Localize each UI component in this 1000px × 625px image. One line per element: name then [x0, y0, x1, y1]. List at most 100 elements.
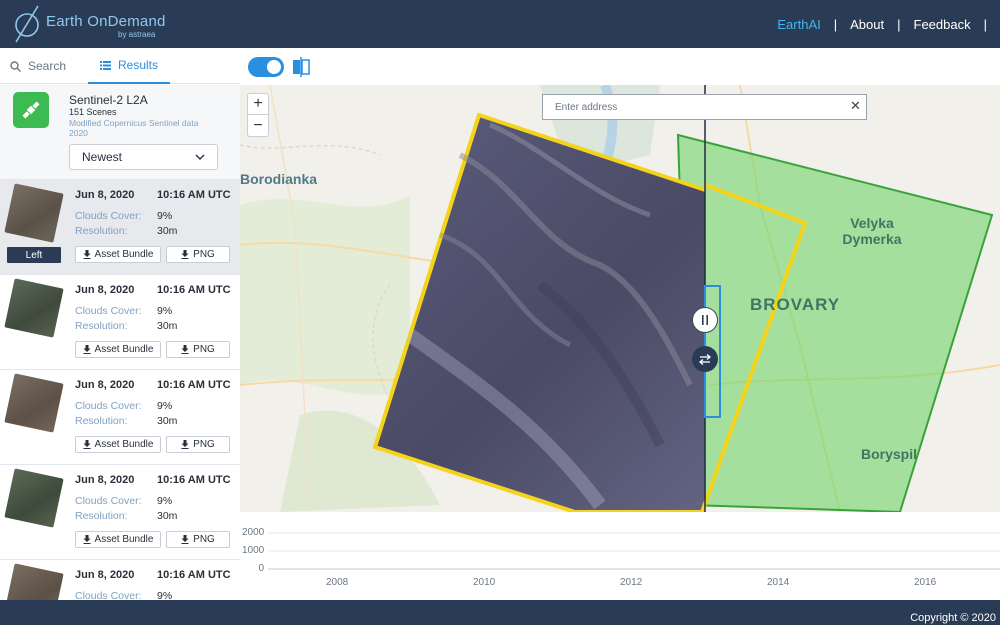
download-icon: [181, 440, 189, 449]
resolution-value: 30m: [157, 320, 178, 332]
list-icon: [99, 60, 111, 70]
close-icon[interactable]: ✕: [850, 98, 861, 114]
clouds-label: Clouds Cover:: [75, 590, 142, 600]
brand-name[interactable]: Earth OnDemand: [46, 13, 166, 30]
png-button[interactable]: PNG: [166, 246, 230, 263]
zoom-in-button[interactable]: +: [248, 94, 268, 115]
x-tick-label: 2012: [620, 577, 643, 588]
result-time: 10:16 AM UTC: [157, 284, 231, 296]
clouds-label: Clouds Cover:: [75, 400, 142, 412]
top-nav: EarthAI | About | Feedback |: [777, 15, 1000, 33]
clouds-value: 9%: [157, 400, 173, 412]
brand-subtitle: by astraea: [118, 30, 156, 39]
resolution-value: 30m: [157, 225, 178, 237]
resolution-label: Resolution:: [75, 320, 128, 332]
zoom-controls: + −: [247, 93, 269, 137]
download-icon: [83, 345, 91, 354]
asset-bundle-button[interactable]: Asset Bundle: [75, 246, 161, 263]
result-time: 10:16 AM UTC: [157, 474, 231, 486]
map-view[interactable]: + − ✕ Borodianka Velyka Dymerka BROVARY …: [240, 85, 1000, 512]
swap-layers-button[interactable]: [692, 346, 718, 372]
x-tick-label: 2016: [914, 577, 937, 588]
satellite-icon: [13, 92, 49, 128]
place-label-velyka-dymerka: Velyka Dymerka: [842, 215, 902, 247]
nav-feedback[interactable]: Feedback: [914, 17, 971, 32]
result-date: Jun 8, 2020: [75, 189, 135, 201]
png-label: PNG: [193, 534, 215, 545]
nav-separator: |: [833, 16, 838, 32]
logo-icon[interactable]: [10, 3, 44, 45]
search-icon: [10, 60, 21, 72]
sidebar: Search Results Sentinel-2 L2A 151 Scenes…: [0, 48, 240, 600]
scene-thumbnail: [4, 468, 64, 528]
result-date: Jun 8, 2020: [75, 569, 135, 581]
result-time: 10:16 AM UTC: [157, 379, 231, 391]
resolution-value: 30m: [157, 510, 178, 522]
tab-results[interactable]: Results: [88, 48, 170, 84]
place-label-borodianka: Borodianka: [240, 171, 318, 187]
x-tick-label: 2010: [473, 577, 496, 588]
map-toolbar: [240, 48, 1000, 85]
result-time: 10:16 AM UTC: [157, 569, 231, 581]
clouds-value: 9%: [157, 305, 173, 317]
png-label: PNG: [193, 344, 215, 355]
tab-search-label: Search: [28, 59, 67, 73]
asset-bundle-button[interactable]: Asset Bundle: [75, 436, 161, 453]
address-search-input[interactable]: [542, 94, 867, 120]
tab-results-label: Results: [117, 58, 158, 72]
result-date: Jun 8, 2020: [75, 284, 135, 296]
asset-bundle-button[interactable]: Asset Bundle: [75, 531, 161, 548]
nav-separator: |: [897, 16, 901, 32]
download-icon: [83, 250, 91, 259]
clouds-value: 9%: [157, 495, 173, 507]
png-button[interactable]: PNG: [166, 341, 230, 358]
chevron-down-icon: [195, 154, 205, 160]
asset-bundle-label: Asset Bundle: [94, 249, 154, 260]
result-item[interactable]: Jun 8, 2020 10:16 AM UTC Clouds Cover: 9…: [0, 559, 240, 600]
png-button[interactable]: PNG: [166, 436, 230, 453]
zoom-out-button[interactable]: −: [248, 115, 268, 136]
scene-thumbnail: [4, 373, 64, 433]
download-icon: [181, 250, 189, 259]
compare-icon[interactable]: [292, 57, 310, 77]
x-tick-label: 2014: [767, 577, 790, 588]
asset-bundle-button[interactable]: Asset Bundle: [75, 341, 161, 358]
result-time: 10:16 AM UTC: [157, 189, 231, 201]
results-list: Jun 8, 2020 10:16 AM UTC Clouds Cover: 9…: [0, 179, 240, 600]
asset-bundle-label: Asset Bundle: [94, 534, 154, 545]
collection-description: Modified Copernicus Sentinel data 2020: [69, 118, 199, 138]
pause-icon: [702, 315, 708, 325]
png-label: PNG: [193, 439, 215, 450]
copyright-text: Copyright © 2020: [910, 612, 996, 624]
result-item[interactable]: Jun 8, 2020 10:16 AM UTC Clouds Cover: 9…: [0, 179, 240, 274]
place-label-boryspil: Boryspil: [861, 446, 918, 462]
clouds-value: 9%: [157, 590, 173, 600]
sort-select[interactable]: Newest: [69, 144, 218, 170]
clouds-value: 9%: [157, 210, 173, 222]
split-drag-handle[interactable]: [692, 307, 718, 333]
app-header: Earth OnDemand by astraea EarthAI | Abou…: [0, 0, 1000, 48]
result-item[interactable]: Jun 8, 2020 10:16 AM UTC Clouds Cover: 9…: [0, 464, 240, 559]
resolution-label: Resolution:: [75, 225, 128, 237]
clouds-label: Clouds Cover:: [75, 495, 142, 507]
tab-search[interactable]: Search: [10, 48, 66, 84]
result-date: Jun 8, 2020: [75, 379, 135, 391]
resolution-label: Resolution:: [75, 510, 128, 522]
download-icon: [83, 440, 91, 449]
png-button[interactable]: PNG: [166, 531, 230, 548]
collection-header: Sentinel-2 L2A 151 Scenes Modified Coper…: [0, 85, 240, 179]
resolution-label: Resolution:: [75, 415, 128, 427]
sort-value: Newest: [82, 150, 123, 164]
scene-thumbnail: [4, 563, 64, 600]
asset-bundle-label: Asset Bundle: [94, 344, 154, 355]
nav-about[interactable]: About: [850, 17, 884, 32]
layer-toggle[interactable]: [248, 57, 284, 77]
result-item[interactable]: Jun 8, 2020 10:16 AM UTC Clouds Cover: 9…: [0, 274, 240, 369]
timeline-histogram[interactable]: 2000 1000 0 2008 2010 2012 2014 2016: [240, 512, 1000, 600]
result-item[interactable]: Jun 8, 2020 10:16 AM UTC Clouds Cover: 9…: [0, 369, 240, 464]
result-date: Jun 8, 2020: [75, 474, 135, 486]
nav-earthai[interactable]: EarthAI: [777, 17, 820, 32]
left-badge[interactable]: Left: [7, 247, 61, 263]
clouds-label: Clouds Cover:: [75, 305, 142, 317]
png-label: PNG: [193, 249, 215, 260]
